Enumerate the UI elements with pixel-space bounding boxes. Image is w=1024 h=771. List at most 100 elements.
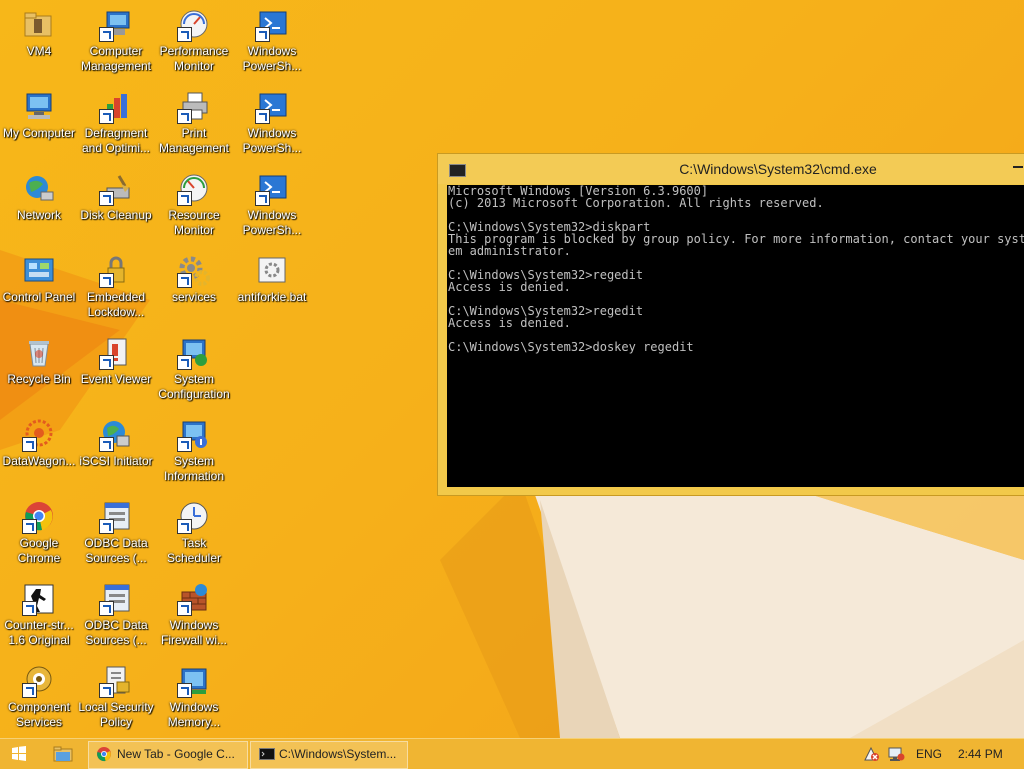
taskbar-item-cmd[interactable]: C:\Windows\System...	[250, 741, 408, 769]
clock[interactable]: 2:44 PM	[958, 747, 1003, 761]
desktop-icon-vm4[interactable]: VM4	[0, 4, 78, 84]
powershell-icon	[255, 8, 289, 42]
recycle-bin-icon	[22, 336, 56, 370]
icon-label: DataWagon...	[2, 454, 76, 468]
desktop-icon-control-panel[interactable]: Control Panel	[0, 250, 78, 330]
icon-label: Counter-str... 1.6 Original	[4, 618, 74, 647]
desktop-icon-datawagon[interactable]: DataWagon...	[0, 414, 78, 494]
desktop-icon-defragment[interactable]: Defragment and Optimi...	[77, 86, 155, 166]
console-line: Access is denied.	[448, 316, 571, 330]
desktop-icon-component-services[interactable]: Component Services	[0, 660, 78, 738]
icon-label: Network	[16, 208, 61, 222]
icon-label: ODBC Data Sources (...	[84, 536, 148, 565]
desktop-icon-my-computer[interactable]: My Computer	[0, 86, 78, 166]
console-line: Access is denied.	[448, 280, 571, 294]
icon-label: antiforkie.bat	[237, 290, 307, 304]
icon-label: Windows Firewall wi...	[160, 618, 227, 647]
desktop-icon-print-management[interactable]: Print Management	[155, 86, 233, 166]
shortcut-arrow-icon	[177, 519, 192, 534]
shortcut-arrow-icon	[177, 437, 192, 452]
desktop-icon-network[interactable]: Network	[0, 168, 78, 248]
start-button[interactable]	[0, 741, 38, 767]
cmd-titlebar[interactable]: C:\Windows\System32\cmd.exe	[438, 154, 1024, 184]
desktop-icon-computer-management[interactable]: Computer Management	[77, 4, 155, 84]
gear-icon	[177, 254, 211, 288]
desktop: VM4 My Computer Network Control Panel Re…	[0, 0, 1024, 738]
network-status-icon[interactable]	[886, 739, 906, 769]
desktop-icon-antiforkie-bat[interactable]: antiforkie.bat	[233, 250, 311, 330]
shortcut-arrow-icon	[255, 27, 270, 42]
taskbar: New Tab - Google C... C:\Windows\System.…	[0, 738, 1024, 769]
folder-icon	[22, 8, 56, 42]
taskbar-item-chrome[interactable]: New Tab - Google C...	[88, 741, 248, 769]
desktop-icon-disk-cleanup[interactable]: Disk Cleanup	[77, 168, 155, 248]
icon-label: Embedded Lockdow...	[86, 290, 146, 319]
shortcut-arrow-icon	[177, 601, 192, 616]
shortcut-arrow-icon	[22, 683, 37, 698]
desktop-icon-windows-firewall[interactable]: Windows Firewall wi...	[155, 578, 233, 658]
desktop-icon-counter-strike[interactable]: Counter-str... 1.6 Original	[0, 578, 78, 658]
shortcut-arrow-icon	[177, 109, 192, 124]
action-center-icon[interactable]	[862, 739, 880, 769]
desktop-icon-odbc-data-sources-1[interactable]: ODBC Data Sources (...	[77, 496, 155, 576]
shortcut-arrow-icon	[255, 191, 270, 206]
icon-label: Defragment and Optimi...	[81, 126, 151, 155]
shortcut-arrow-icon	[255, 109, 270, 124]
desktop-icon-system-information[interactable]: System Information	[155, 414, 233, 494]
desktop-icon-odbc-data-sources-2[interactable]: ODBC Data Sources (...	[77, 578, 155, 658]
batch-file-icon	[255, 254, 289, 288]
component-services-icon	[22, 664, 56, 698]
icon-label: Print Management	[158, 126, 230, 155]
desktop-icon-services[interactable]: services	[155, 250, 233, 330]
desktop-icon-windows-powershell-3[interactable]: Windows PowerSh...	[233, 168, 311, 248]
icon-label: Recycle Bin	[7, 372, 71, 386]
network-globe-icon	[22, 172, 56, 206]
icon-label: ODBC Data Sources (...	[84, 618, 148, 647]
desktop-icon-local-security-policy[interactable]: Local Security Policy	[77, 660, 155, 738]
cmd-window[interactable]: C:\Windows\System32\cmd.exe Microsoft Wi…	[437, 153, 1024, 496]
desktop-icon-performance-monitor[interactable]: Performance Monitor	[155, 4, 233, 84]
console-line: C:\Windows\System32>doskey regedit	[448, 340, 694, 354]
desktop-icon-recycle-bin[interactable]: Recycle Bin	[0, 332, 78, 412]
system-configuration-icon	[177, 336, 211, 370]
shortcut-arrow-icon	[177, 27, 192, 42]
desktop-icon-task-scheduler[interactable]: Task Scheduler	[155, 496, 233, 576]
icon-label: Windows PowerSh...	[242, 126, 302, 155]
icon-label: Computer Management	[80, 44, 152, 73]
desktop-icon-windows-memory[interactable]: Windows Memory...	[155, 660, 233, 738]
desktop-icon-windows-powershell-1[interactable]: Windows PowerSh...	[233, 4, 311, 84]
desktop-icon-google-chrome[interactable]: Google Chrome	[0, 496, 78, 576]
shortcut-arrow-icon	[177, 355, 192, 370]
desktop-icon-windows-powershell-2[interactable]: Windows PowerSh...	[233, 86, 311, 166]
shortcut-arrow-icon	[99, 437, 114, 452]
file-explorer-button[interactable]	[48, 741, 78, 767]
powershell-icon	[255, 90, 289, 124]
shortcut-arrow-icon	[99, 109, 114, 124]
taskbar-item-label: New Tab - Google C...	[117, 747, 235, 761]
clock-icon	[177, 500, 211, 534]
minimize-button[interactable]	[1005, 156, 1024, 174]
desktop-icon-event-viewer[interactable]: Event Viewer	[77, 332, 155, 412]
icon-label: Windows Memory...	[167, 700, 221, 729]
language-indicator[interactable]: ENG	[916, 747, 942, 761]
icon-label: Disk Cleanup	[80, 208, 152, 222]
icon-label: Windows PowerSh...	[242, 208, 302, 237]
desktop-icon-resource-monitor[interactable]: Resource Monitor	[155, 168, 233, 248]
icon-label: Local Security Policy	[78, 700, 154, 729]
icon-label: Windows PowerSh...	[242, 44, 302, 73]
cmd-window-title: C:\Windows\System32\cmd.exe	[679, 161, 877, 177]
powershell-icon	[255, 172, 289, 206]
event-viewer-icon	[99, 336, 133, 370]
shortcut-arrow-icon	[99, 355, 114, 370]
shortcut-arrow-icon	[99, 191, 114, 206]
desktop-icon-embedded-lockdown[interactable]: Embedded Lockdow...	[77, 250, 155, 330]
desktop-icon-iscsi-initiator[interactable]: iSCSI Initiator	[77, 414, 155, 494]
console-output[interactable]: Microsoft Windows [Version 6.3.9600] (c) …	[447, 185, 1024, 487]
control-panel-icon	[22, 254, 56, 288]
desktop-icon-system-configuration[interactable]: System Configuration	[155, 332, 233, 412]
memory-diagnostic-icon	[177, 664, 211, 698]
icon-label: System Configuration	[158, 372, 230, 401]
icon-label: iSCSI Initiator	[79, 454, 153, 468]
shortcut-arrow-icon	[99, 519, 114, 534]
computer-icon	[22, 90, 56, 124]
